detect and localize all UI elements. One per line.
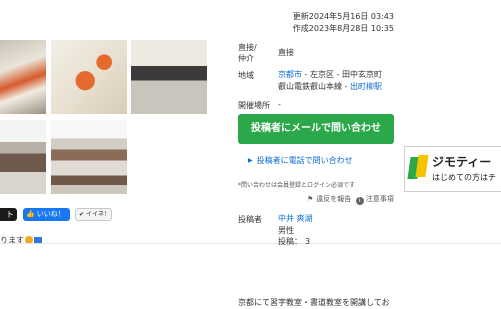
area-district: - 左京区 - 田中玄京町 [302,70,382,79]
description-fragment: ります [0,235,42,246]
info-icon: i [355,197,364,205]
contact-phone-label: 投稿者に電話で問い合わせ [256,156,353,165]
x-share-label: ト [6,210,14,219]
report-row: ⚑ 違反を報告 i 注意事項 [307,194,394,205]
post-dates: 更新2024年5月16日 03:43 作成2023年8月28日 10:35 [293,11,394,35]
iine-label: イイネ！ [85,211,110,218]
venue-label: 開催場所 [238,101,270,110]
jimoty-banner-title: ジモティー [432,155,492,169]
x-share-button[interactable]: ト [0,208,17,221]
login-required-note: *問い合わせは会員登録とログイン必須です [238,182,356,189]
photo-thumbnail-2[interactable] [51,40,127,114]
description-excerpt: 京都にて習字教室・書道教室を開講してお [238,298,390,307]
poster-post-count: 投稿： 3 [278,236,310,248]
report-violation-link[interactable]: 違反を報告 [316,195,351,203]
poster-name-row: 中井 爽湖 [278,213,313,225]
triangle-bullet-icon: ▶ [248,157,253,164]
caution-link[interactable]: 注意事項 [366,195,394,203]
photo-thumbnail-1[interactable] [0,40,46,114]
facebook-like-button[interactable]: 👍 いいね！ [23,208,70,221]
photo-thumbnail-3[interactable] [131,40,207,114]
area-station-link[interactable]: 出町柳駅 [350,82,382,91]
poster-label: 投稿者 [238,215,262,224]
thumbs-up-icon: 👍 [26,210,35,218]
jimoty-banner-subtitle: はじめての方はチ [432,173,496,182]
contact-phone-link[interactable]: ▶ 投稿者に電話で問い合わせ [248,155,353,166]
photo-thumbnail-4[interactable] [0,120,46,194]
venue-value: - [278,100,281,109]
check-icon: ✔ [79,211,85,218]
area-city-link[interactable]: 京都市 [278,70,302,79]
area-label: 地域 [238,71,254,80]
created-date: 作成2023年8月28日 10:35 [292,24,394,33]
mixi-iine-button[interactable]: ✔ イイネ！ [75,208,112,221]
area-value: 京都市 - 左京区 - 田中玄京町 [278,69,382,81]
direct-value: 直接 [278,48,294,57]
contact-email-button[interactable]: 投稿者にメールで問い合わせ [238,114,394,144]
area-railway-line: 叡山電鉄叡山本線 - [278,82,350,91]
poster-posts-label: 投稿： [278,237,302,246]
updated-date: 更新2024年5月16日 03:43 [292,12,394,21]
poster-posts-value: 3 [305,237,311,246]
area-station-row: 叡山電鉄叡山本線 - 出町柳駅 [278,81,382,93]
photo-thumbnail-5[interactable] [51,120,127,194]
like-label: いいね！ [36,210,65,218]
flag-icon: ⚑ [307,195,314,203]
poster-name-link[interactable]: 中井 爽湖 [278,214,313,223]
direct-label: 直接/仲介 [238,43,257,63]
divider [0,243,501,244]
jimoty-logo-icon [407,155,429,181]
jimoty-beginner-banner[interactable]: ジモティー はじめての方はチ [404,146,501,192]
